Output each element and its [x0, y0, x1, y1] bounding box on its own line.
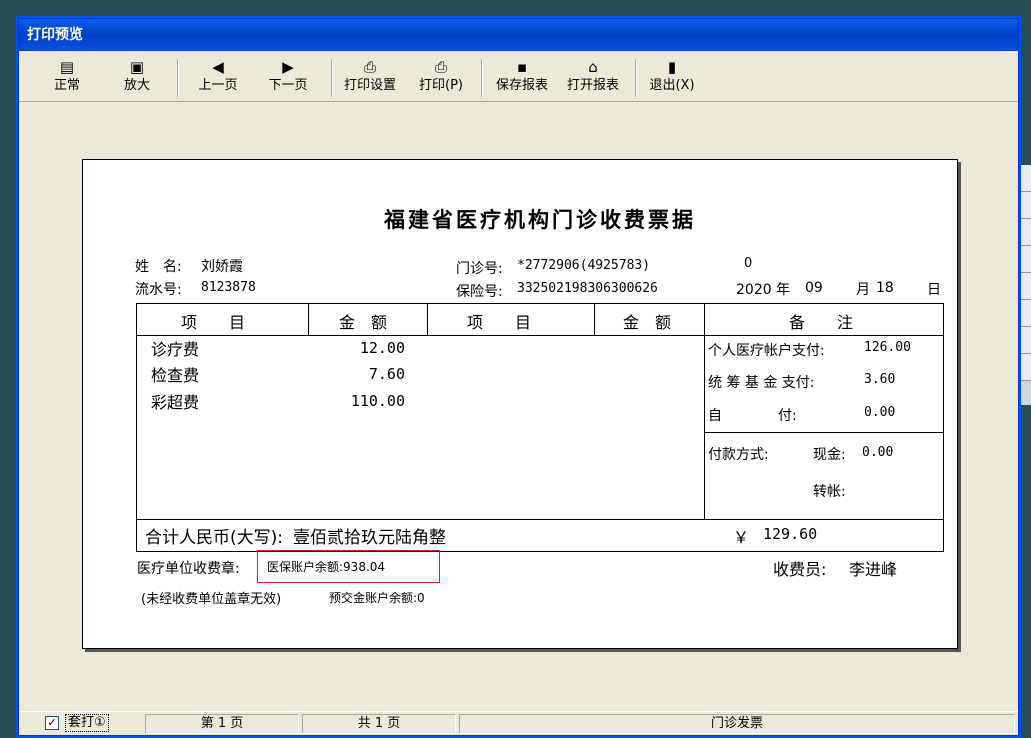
header-item-2: 项 目	[467, 313, 532, 332]
exit-button[interactable]: ▮ 退出(X)	[641, 57, 703, 97]
zoom-button-label: 放大	[123, 78, 150, 93]
open-report-button[interactable]: ⌂ 打开报表	[560, 57, 626, 97]
item-amount: 7.60	[368, 365, 405, 383]
total-in-words: 壹佰贰拾玖元陆角整	[293, 528, 446, 548]
table-rule	[136, 519, 943, 520]
self-pay-label: 自 付:	[708, 408, 797, 424]
save-report-label: 保存报表	[495, 78, 548, 93]
total-label: 合计人民币(大写):	[145, 528, 283, 548]
table-rule	[427, 303, 428, 335]
prepay-balance: 预交金账户余额:0	[329, 591, 425, 605]
toolbar-separator	[177, 59, 179, 97]
item-name: 检查费	[151, 366, 200, 385]
cash-label: 现金:	[813, 447, 846, 463]
print-setup-button[interactable]: ⎙ 打印设置	[337, 57, 403, 97]
arrow-left-icon: ◀	[212, 58, 224, 76]
patient-name: 刘娇霞	[201, 259, 243, 275]
personal-account-amount: 126.00	[864, 340, 911, 355]
save-report-button[interactable]: ▪ 保存报表	[489, 57, 555, 97]
item-name: 诊疗费	[151, 340, 200, 359]
receipt-title: 福建省医疗机构门诊收费票据	[384, 207, 696, 232]
print-setup-label: 打印设置	[343, 78, 396, 93]
table-rule	[704, 432, 943, 433]
document-name: 门诊发票	[459, 714, 1015, 734]
folder-open-icon: ⌂	[588, 58, 598, 76]
insurance-label: 保险号:	[456, 284, 503, 300]
overprint-checkbox[interactable]: ✓	[45, 716, 59, 730]
exit-door-icon: ▮	[667, 58, 677, 76]
pooled-fund-amount: 3.60	[864, 372, 896, 387]
date-day-unit: 日	[927, 282, 941, 298]
personal-account-label: 个人医疗帐户支付:	[708, 343, 825, 359]
next-page-button[interactable]: ▶ 下一页	[261, 57, 315, 97]
prev-page-button[interactable]: ◀ 上一页	[191, 57, 245, 97]
toolbar-separator	[635, 59, 637, 97]
exit-button-label: 退出(X)	[649, 78, 695, 93]
patient-name-label: 姓 名:	[135, 259, 182, 275]
total-pages: 共 1 页	[302, 714, 456, 734]
window-title: 打印预览	[19, 19, 1018, 51]
header-item-1: 项 目	[181, 313, 246, 332]
date-year: 2020 年	[736, 282, 791, 298]
header-amount-1: 金 额	[339, 313, 388, 332]
total-amount: 129.60	[763, 525, 818, 543]
toolbar: ▤ 正常 ▣ 放大 ◀ 上一页 ▶ 下一页 ⎙ 打印设置 ⎙ 打印(P) ▪ 保…	[19, 51, 1018, 102]
zoom-icon: ▣	[129, 58, 145, 76]
header-remark: 备 注	[789, 313, 854, 332]
print-preview-window: 打印预览 ▤ 正常 ▣ 放大 ◀ 上一页 ▶ 下一页 ⎙ 打印设置 ⎙ 打印(P…	[18, 18, 1019, 736]
serial-label: 流水号:	[135, 282, 182, 298]
clinic-no-label: 门诊号:	[456, 261, 503, 277]
toolbar-separator	[331, 59, 333, 97]
floppy-icon: ▪	[516, 58, 528, 76]
receipt-page: 福建省医疗机构门诊收费票据 姓 名: 刘娇霞 门诊号: *2772906(492…	[82, 159, 958, 649]
statusbar: ✓ 套打① 第 1 页 共 1 页 门诊发票	[19, 711, 1018, 735]
next-page-label: 下一页	[268, 78, 308, 93]
item-amount: 12.00	[359, 339, 405, 357]
table-rule	[136, 335, 943, 336]
arrow-right-icon: ▶	[282, 58, 294, 76]
normal-button-label: 正常	[53, 78, 80, 93]
open-report-label: 打开报表	[566, 78, 619, 93]
printer-icon: ⎙	[434, 58, 447, 76]
print-button[interactable]: ⎙ 打印(P)	[411, 57, 471, 97]
header-amount-2: 金 额	[623, 313, 672, 332]
stamp-label: 医疗单位收费章:	[137, 561, 240, 577]
table-rule	[594, 303, 595, 335]
transfer-label: 转帐:	[813, 484, 846, 500]
self-pay-amount: 0.00	[864, 405, 896, 420]
preview-area[interactable]: 福建省医疗机构门诊收费票据 姓 名: 刘娇霞 门诊号: *2772906(492…	[19, 102, 1018, 711]
overprint-label[interactable]: 套打①	[65, 714, 109, 732]
date-month-unit: 月	[856, 282, 870, 298]
currency-symbol: ￥	[733, 528, 750, 547]
item-name: 彩超费	[151, 393, 200, 412]
validity-note: (未经收费单位盖章无效)	[141, 592, 282, 607]
serial-number: 8123878	[201, 280, 256, 295]
prev-page-label: 上一页	[198, 78, 238, 93]
normal-button[interactable]: ▤ 正常	[45, 57, 89, 97]
date-month: 09	[805, 280, 823, 296]
payment-method-label: 付款方式:	[708, 447, 769, 463]
date-day: 18	[876, 280, 894, 296]
insurance-balance: 医保账户余额:938.04	[267, 560, 386, 574]
insurance-number: 332502198306300626	[517, 281, 658, 296]
table-rule	[704, 303, 705, 519]
zero-mark: 0	[744, 256, 753, 271]
pooled-fund-label: 统 筹 基 金 支付:	[708, 375, 815, 391]
zoom-button[interactable]: ▣ 放大	[115, 57, 159, 97]
current-page: 第 1 页	[145, 714, 299, 734]
page-icon: ▤	[59, 58, 75, 76]
print-button-label: 打印(P)	[419, 78, 463, 93]
item-amount: 110.00	[350, 392, 405, 410]
table-rule	[308, 303, 309, 335]
cashier-label: 收费员:	[773, 560, 827, 579]
printer-setup-icon: ⎙	[363, 58, 376, 76]
clinic-no: *2772906(4925783)	[517, 258, 651, 273]
cashier-name: 李进峰	[849, 560, 898, 579]
toolbar-separator	[481, 59, 483, 97]
cash-amount: 0.00	[862, 445, 894, 460]
